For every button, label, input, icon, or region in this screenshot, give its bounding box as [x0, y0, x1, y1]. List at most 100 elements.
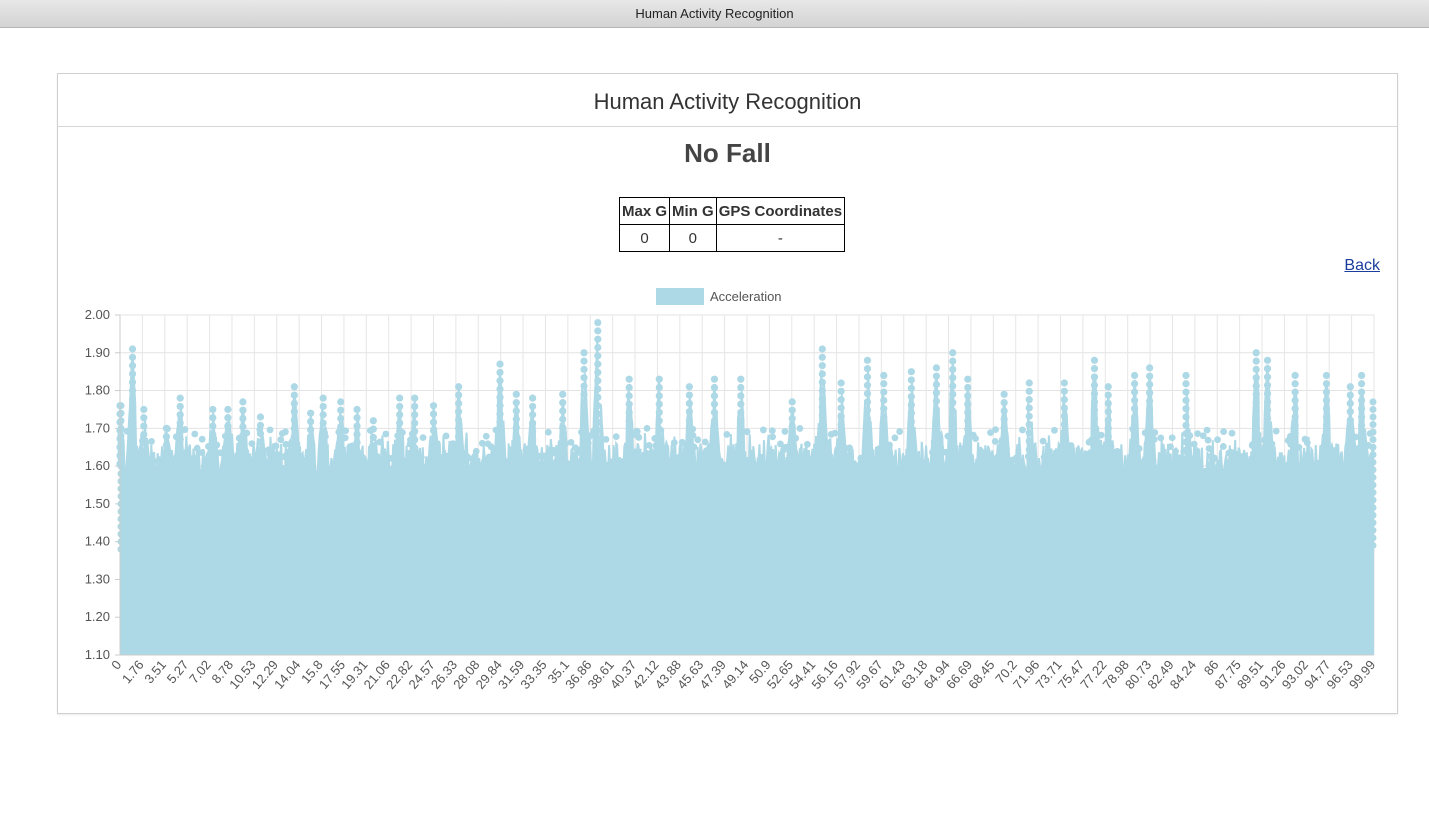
data-point: [442, 432, 450, 440]
data-point: [701, 438, 709, 446]
data-point: [932, 364, 941, 372]
data-point: [496, 418, 504, 426]
data-point: [1132, 460, 1140, 468]
data-point: [1090, 406, 1099, 414]
data-point: [529, 394, 537, 402]
data-point: [128, 436, 137, 445]
data-point: [1358, 449, 1366, 457]
data-point: [1147, 459, 1155, 466]
data-point: [256, 413, 265, 421]
data-point: [879, 460, 887, 467]
data-point: [1263, 448, 1272, 456]
data-point: [429, 443, 438, 451]
data-point: [1322, 427, 1330, 435]
data-point: [949, 423, 957, 432]
data-point: [991, 438, 999, 445]
data-point: [512, 423, 520, 432]
data-point: [154, 457, 162, 465]
data-point: [411, 402, 419, 411]
data-point: [1369, 428, 1377, 436]
data-point: [863, 381, 872, 389]
data-point: [290, 433, 298, 441]
data-point: [140, 422, 148, 430]
data-point: [932, 380, 941, 389]
data-point: [1146, 364, 1154, 372]
data-point: [128, 420, 137, 428]
data-point: [559, 390, 567, 398]
x-tick-label: 3.51: [141, 657, 169, 686]
data-point: [949, 382, 957, 390]
data-point: [907, 368, 915, 376]
data-point: [396, 461, 404, 469]
data-point: [411, 461, 419, 469]
data-point: [635, 434, 643, 441]
data-point: [209, 422, 217, 430]
data-point: [950, 462, 958, 470]
data-point: [580, 399, 588, 407]
data-point: [685, 391, 693, 399]
data-point: [1320, 448, 1328, 456]
data-point: [117, 439, 125, 447]
data-point: [818, 411, 826, 420]
data-point: [1182, 413, 1190, 421]
data-point: [1252, 407, 1260, 415]
data-point: [1000, 432, 1008, 440]
data-point: [411, 394, 419, 402]
data-point: [964, 442, 972, 450]
data-point: [455, 416, 463, 424]
data-point: [594, 327, 602, 335]
data-point: [1346, 408, 1354, 416]
data-point: [710, 450, 719, 458]
data-point: [737, 458, 745, 466]
data-point: [529, 436, 537, 444]
data-point: [117, 470, 125, 478]
data-point: [737, 392, 745, 400]
data-point: [594, 402, 602, 410]
data-point: [1357, 380, 1366, 388]
data-point: [1025, 412, 1033, 420]
data-point: [1013, 454, 1020, 462]
data-point: [1369, 451, 1377, 459]
data-point: [837, 379, 845, 387]
data-point: [455, 399, 463, 407]
data-point: [1357, 413, 1366, 421]
data-point: [429, 435, 438, 443]
data-point: [117, 409, 125, 417]
data-point: [337, 439, 345, 448]
data-point: [657, 426, 665, 434]
data-point: [140, 447, 148, 455]
data-point: [625, 392, 633, 400]
data-point: [510, 460, 518, 468]
data-point: [932, 422, 941, 430]
back-link[interactable]: Back: [1344, 257, 1380, 275]
data-point: [818, 428, 826, 436]
data-point: [337, 456, 345, 464]
data-point: [1263, 373, 1272, 381]
data-point: [1182, 396, 1190, 404]
data-point: [293, 440, 301, 448]
y-tick-label: 1.90: [85, 345, 110, 360]
data-point: [1090, 423, 1099, 431]
data-point: [367, 459, 375, 467]
data-point: [551, 449, 559, 457]
data-point: [411, 411, 419, 419]
data-point: [1053, 454, 1061, 462]
data-point: [1252, 399, 1260, 407]
data-point: [949, 365, 957, 373]
data-point: [1130, 405, 1139, 413]
data-point: [880, 421, 888, 429]
data-point: [1357, 438, 1366, 446]
data-point: [625, 442, 633, 450]
data-point: [267, 449, 275, 457]
data-point: [788, 448, 796, 456]
data-point: [902, 457, 910, 465]
data-point: [710, 383, 719, 392]
data-point: [242, 448, 250, 456]
data-point: [685, 457, 693, 466]
data-point: [496, 460, 504, 468]
data-point: [594, 460, 602, 468]
data-point: [1019, 426, 1026, 434]
data-point: [417, 453, 425, 461]
data-point: [1220, 428, 1228, 436]
data-point: [1322, 405, 1331, 413]
